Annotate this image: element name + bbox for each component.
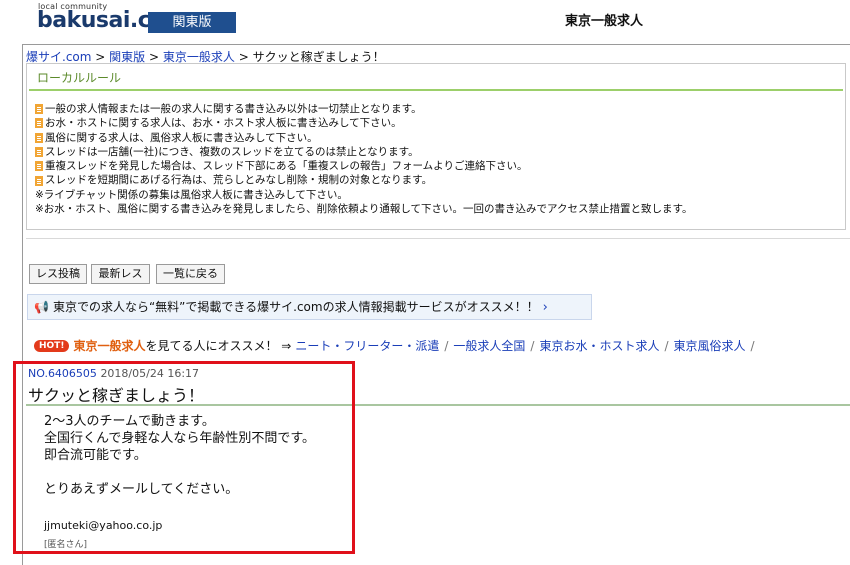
document-icon	[35, 104, 43, 115]
breadcrumb-home[interactable]: 爆サイ.com	[26, 50, 91, 64]
breadcrumb-current: サクッと稼ぎましょう！	[252, 50, 385, 64]
site-header: local community bakusai.com 関東版 東京一般求人	[0, 0, 850, 40]
post-author: [匿名さん]	[44, 540, 88, 550]
promo-banner[interactable]: 📢 東京での求人なら“無料”で掲載できる爆サイ.comの求人情報掲載サービスがオス…	[27, 294, 592, 320]
rule-text: 重複スレッドを発見した場合は、スレッド下部にある「重複スレの報告」フォームよりご…	[45, 160, 528, 173]
local-rules-box: ローカルルール 一般の求人情報または一般の求人に関する書き込み以外は一切禁止とな…	[26, 63, 846, 230]
recommend-link[interactable]: 東京風俗求人	[674, 337, 746, 354]
rule-text: スレッドは一店舗(一社)につき、複数のスレッドを立てるのは禁止となります。	[45, 145, 419, 158]
breadcrumb-separator: >	[95, 50, 106, 64]
recommend-row: HOT! 東京一般求人 を見てる人にオススメ！ ⇒ ニート・フリーター・派遣 /…	[34, 337, 760, 354]
post-title: サクッと稼ぎましょう！	[28, 386, 205, 405]
rule-text: 一般の求人情報または一般の求人に関する書き込み以外は一切禁止となります。	[45, 103, 422, 115]
breadcrumb-board[interactable]: 東京一般求人	[163, 50, 235, 64]
recommend-link[interactable]: 一般求人全国	[453, 337, 525, 354]
document-icon	[35, 147, 43, 158]
post-meta: NO.6406505 2018/05/24 16:17	[28, 367, 199, 380]
post-date: 2018/05/24 16:17	[100, 367, 200, 380]
promo-text: 東京での求人なら“無料”で掲載できる爆サイ.comの求人情報掲載サービスがオスス…	[52, 300, 539, 314]
rule-item: お水・ホストに関する求人は、お水・ホスト求人板に書き込みして下さい。	[35, 116, 693, 130]
post-reply-button[interactable]: レス投稿	[29, 264, 87, 284]
rule-item: 風俗に関する求人は、風俗求人板に書き込みして下さい。	[35, 131, 693, 145]
post-title-underline	[26, 404, 850, 406]
region-badge[interactable]: 関東版	[148, 12, 236, 33]
document-icon	[35, 175, 43, 186]
local-rules-list: 一般の求人情報または一般の求人に関する書き込み以外は一切禁止となります。 お水・…	[35, 102, 693, 216]
document-icon	[35, 132, 43, 143]
local-rules-title: ローカルルール	[37, 71, 122, 85]
back-to-list-button[interactable]: 一覧に戻る	[156, 264, 225, 284]
latest-replies-button[interactable]: 最新レス	[91, 264, 150, 284]
link-separator: /	[444, 338, 449, 353]
document-icon	[35, 118, 43, 129]
rule-note: ※お水・ホスト、風俗に関する書き込みを発見しましたら、削除依頼より通報して下さい…	[35, 202, 693, 216]
local-rules-divider	[29, 89, 843, 91]
post-number[interactable]: NO.6406505	[28, 367, 97, 380]
megaphone-icon: 📢	[34, 300, 49, 314]
rule-item: 重複スレッドを発見した場合は、スレッド下部にある「重複スレの報告」フォームよりご…	[35, 159, 693, 173]
link-separator: /	[530, 338, 535, 353]
breadcrumb-separator: >	[238, 50, 249, 64]
rule-text: お水・ホストに関する求人は、お水・ホスト求人板に書き込みして下さい。	[45, 117, 402, 130]
recommend-link[interactable]: 東京お水・ホスト求人	[539, 337, 659, 354]
post-body: 2〜3人のチームで動きます。 全国行くんで身軽な人なら年齢性別不問です。 即合流…	[44, 414, 316, 497]
section-divider	[26, 238, 850, 239]
rule-item: スレッドは一店舗(一社)につき、複数のスレッドを立てるのは禁止となります。	[35, 145, 693, 159]
recommend-link[interactable]: ニート・フリーター・派遣	[295, 337, 439, 354]
rule-item: 一般の求人情報または一般の求人に関する書き込み以外は一切禁止となります。	[35, 102, 693, 116]
rule-item: スレッドを短期間にあげる行為は、荒らしとみなし削除・規制の対象となります。	[35, 173, 693, 187]
rule-text: ※お水・ホスト、風俗に関する書き込みを発見しましたら、削除依頼より通報して下さい…	[35, 203, 693, 216]
recommend-text: を見てる人にオススメ！ ⇒	[145, 339, 292, 353]
post-email: jjmuteki@yahoo.co.jp	[44, 519, 163, 532]
breadcrumb-region[interactable]: 関東版	[109, 50, 145, 64]
rule-text: スレッドを短期間にあげる行為は、荒らしとみなし削除・規制の対象となります。	[45, 174, 433, 187]
document-icon	[35, 161, 43, 172]
hot-badge: HOT!	[34, 339, 70, 352]
link-separator: /	[664, 338, 669, 353]
breadcrumb-separator: >	[149, 50, 160, 64]
rule-text: ※ライブチャット関係の募集は風俗求人板に書き込みして下さい。	[35, 188, 348, 201]
recommend-board[interactable]: 東京一般求人	[73, 337, 145, 354]
link-separator: /	[750, 338, 755, 353]
rule-text: 風俗に関する求人は、風俗求人板に書き込みして下さい。	[45, 131, 318, 144]
chevron-right-icon: ›	[542, 300, 548, 315]
rule-note: ※ライブチャット関係の募集は風俗求人板に書き込みして下さい。	[35, 188, 693, 202]
page-title: 東京一般求人	[565, 14, 644, 29]
